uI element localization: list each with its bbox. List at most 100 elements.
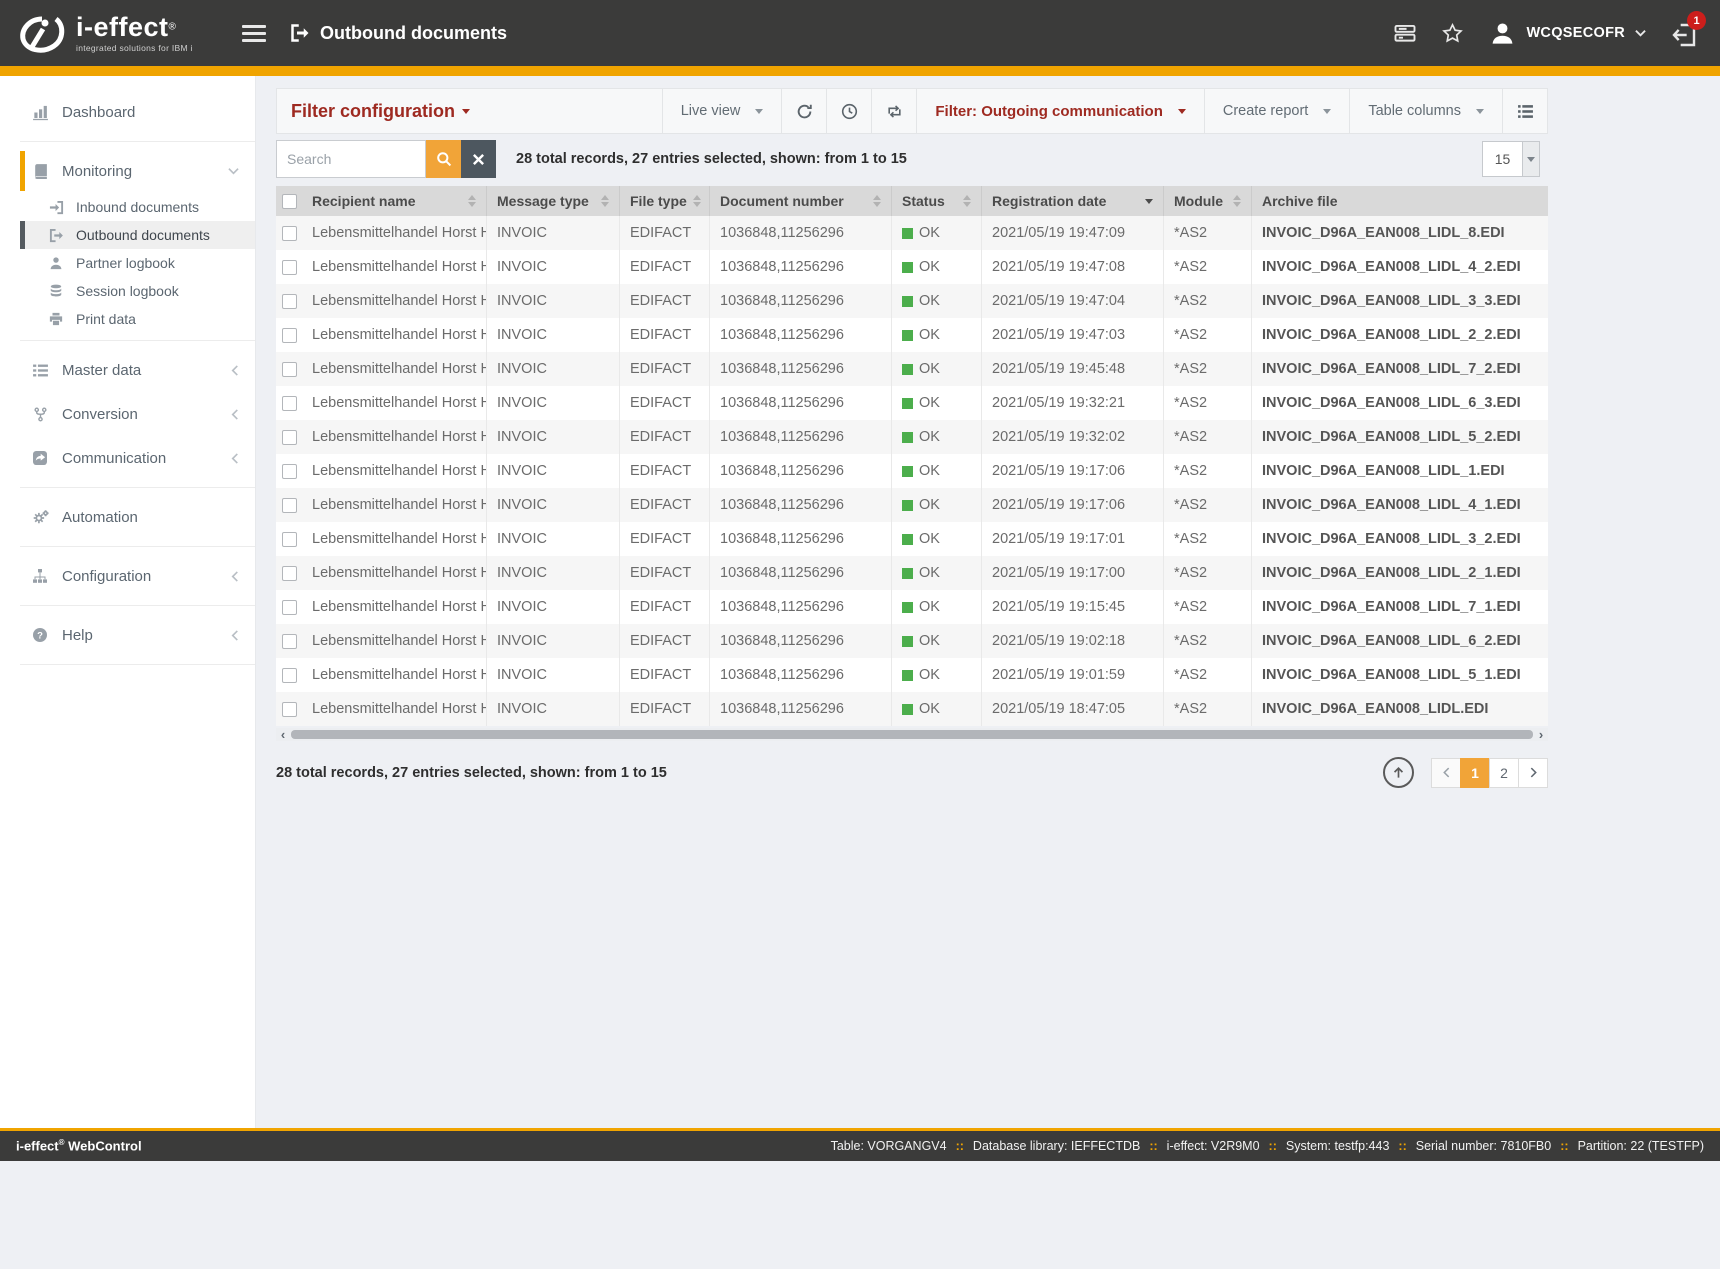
sidebar-item-help[interactable]: ? Help [20,613,255,657]
footer-brand: i-effect® WebControl [16,1138,142,1153]
sidebar-item-configuration[interactable]: Configuration [20,554,255,598]
column-header-message-type[interactable]: Message type [487,186,620,216]
row-checkbox[interactable] [282,668,297,683]
sign-out-icon [46,228,66,243]
column-header-document-number[interactable]: Document number [710,186,892,216]
scrollbar-thumb[interactable] [291,730,1533,739]
history-button[interactable] [826,89,871,133]
sidebar-item-print-data[interactable]: Print data [20,305,255,333]
notification-badge[interactable]: 1 [1687,11,1706,30]
table-row[interactable]: Lebensmittelhandel Horst HuINVOICEDIFACT… [276,522,1548,556]
row-checkbox[interactable] [282,362,297,377]
file-type-cell: EDIFACT [620,284,710,318]
app-header: i-effect® integrated solutions for IBM i… [0,0,1720,66]
row-checkbox[interactable] [282,464,297,479]
repeat-button[interactable] [871,89,916,133]
column-header-file-type[interactable]: File type [620,186,710,216]
refresh-button[interactable] [781,89,826,133]
live-view-button[interactable]: Live view [662,89,782,133]
document-number-cell: 1036848,11256296 [710,216,892,250]
table-row[interactable]: Lebensmittelhandel Horst HuINVOICEDIFACT… [276,284,1548,318]
select-all-checkbox[interactable] [282,194,297,209]
row-checkbox[interactable] [282,430,297,445]
next-page-button[interactable] [1518,758,1548,788]
footer-dblib-info: Database library: IEFFECTDB [973,1139,1140,1153]
sidebar-item-dashboard[interactable]: Dashboard [20,90,255,134]
sidebar-item-session-logbook[interactable]: Session logbook [20,277,255,305]
sidebar-item-inbound-documents[interactable]: Inbound documents [20,193,255,221]
scroll-to-top-button[interactable] [1383,757,1414,788]
favorites-star-icon[interactable] [1442,23,1463,44]
table-row[interactable]: Lebensmittelhandel Horst HuINVOICEDIFACT… [276,454,1548,488]
table-row[interactable]: Lebensmittelhandel Horst HuINVOICEDIFACT… [276,624,1548,658]
row-checkbox[interactable] [282,396,297,411]
previous-page-button[interactable] [1431,758,1461,788]
scroll-right-arrow-icon[interactable]: › [1534,728,1548,741]
message-type-cell: INVOIC [487,454,620,488]
row-checkbox[interactable] [282,600,297,615]
column-header-recipient-name[interactable]: Recipient name [302,186,487,216]
file-type-cell: EDIFACT [620,386,710,420]
server-icon[interactable] [1394,24,1416,43]
table-row[interactable]: Lebensmittelhandel Horst HuINVOICEDIFACT… [276,352,1548,386]
table-row[interactable]: Lebensmittelhandel Horst HuINVOICEDIFACT… [276,216,1548,250]
sidebar-item-outbound-documents[interactable]: Outbound documents [20,221,255,249]
column-header-module[interactable]: Module [1164,186,1252,216]
table-columns-button[interactable]: Table columns [1349,89,1502,133]
clear-search-button[interactable] [461,140,496,178]
status-ok-indicator [902,330,913,341]
table-row[interactable]: Lebensmittelhandel Horst HuINVOICEDIFACT… [276,488,1548,522]
page-size-select[interactable]: 15 [1482,141,1540,177]
status-ok-indicator [902,500,913,511]
file-type-cell: EDIFACT [620,454,710,488]
table-row[interactable]: Lebensmittelhandel Horst HuINVOICEDIFACT… [276,318,1548,352]
create-report-button[interactable]: Create report [1204,89,1349,133]
horizontal-scrollbar[interactable]: ‹ › [276,728,1548,741]
table-row[interactable]: Lebensmittelhandel Horst HuINVOICEDIFACT… [276,250,1548,284]
archive-file-cell: INVOIC_D96A_EAN008_LIDL_3_3.EDI [1252,284,1548,318]
sidebar-item-master-data[interactable]: Master data [20,348,255,392]
row-checkbox[interactable] [282,532,297,547]
page-button-1[interactable]: 1 [1460,758,1490,788]
active-filter-button[interactable]: Filter: Outgoing communication [916,89,1204,133]
row-checkbox[interactable] [282,260,297,275]
column-header-status[interactable]: Status [892,186,982,216]
page-button-2[interactable]: 2 [1489,758,1519,788]
row-checkbox[interactable] [282,226,297,241]
search-input[interactable] [276,140,426,178]
archive-file-cell: INVOIC_D96A_EAN008_LIDL_6_3.EDI [1252,386,1548,420]
column-header-registration-date[interactable]: Registration date [982,186,1164,216]
registration-date-cell: 2021/05/19 19:47:09 [982,216,1164,250]
table-row[interactable]: Lebensmittelhandel Horst HuINVOICEDIFACT… [276,386,1548,420]
filter-configuration-button[interactable]: Filter configuration [277,89,662,133]
column-header-archive-file[interactable]: Archive file [1252,186,1548,216]
document-number-cell: 1036848,11256296 [710,692,892,726]
sign-in-icon [46,200,66,215]
user-menu[interactable]: WCQSECOFR [1489,20,1646,47]
row-checkbox[interactable] [282,294,297,309]
table-row[interactable]: Lebensmittelhandel Horst HuINVOICEDIFACT… [276,692,1548,726]
status-footer: i-effect® WebControl Table: VORGANGV4 ::… [0,1128,1720,1161]
row-checkbox-cell [276,318,302,352]
sidebar-item-communication[interactable]: Communication [20,436,255,480]
sidebar-item-automation[interactable]: Automation [20,495,255,539]
module-cell: *AS2 [1164,352,1252,386]
search-button[interactable] [426,140,461,178]
table-header-row: Recipient name Message type File type Do… [276,186,1548,216]
table-row[interactable]: Lebensmittelhandel Horst HuINVOICEDIFACT… [276,658,1548,692]
row-checkbox[interactable] [282,566,297,581]
row-checkbox[interactable] [282,328,297,343]
sidebar-item-conversion[interactable]: Conversion [20,392,255,436]
row-checkbox[interactable] [282,498,297,513]
registration-date-cell: 2021/05/19 19:17:01 [982,522,1164,556]
menu-toggle-icon[interactable] [242,21,266,46]
table-row[interactable]: Lebensmittelhandel Horst HuINVOICEDIFACT… [276,556,1548,590]
row-details-button[interactable] [1502,89,1547,133]
row-checkbox[interactable] [282,702,297,717]
sidebar-item-partner-logbook[interactable]: Partner logbook [20,249,255,277]
sidebar-item-monitoring[interactable]: Monitoring [20,149,255,193]
scroll-left-arrow-icon[interactable]: ‹ [276,728,290,741]
table-row[interactable]: Lebensmittelhandel Horst HuINVOICEDIFACT… [276,420,1548,454]
table-row[interactable]: Lebensmittelhandel Horst HuINVOICEDIFACT… [276,590,1548,624]
row-checkbox[interactable] [282,634,297,649]
